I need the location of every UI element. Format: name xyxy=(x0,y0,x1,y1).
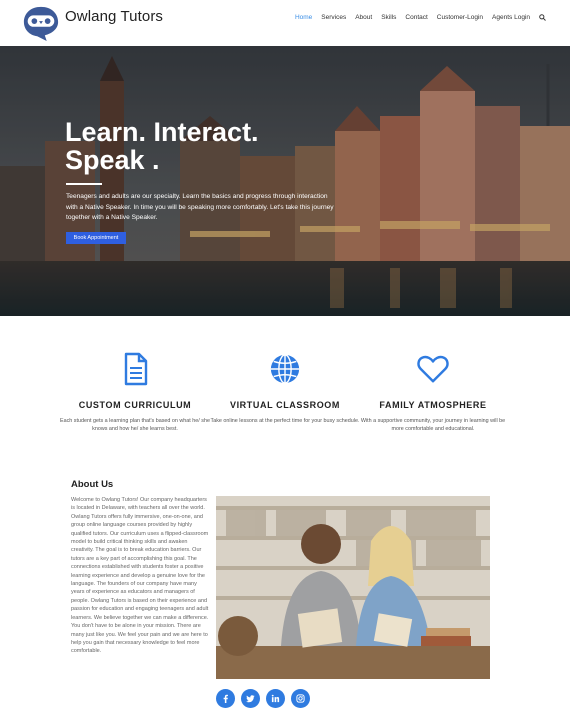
twitter-link[interactable] xyxy=(241,689,260,708)
nav-home[interactable]: Home xyxy=(295,14,312,21)
search-icon[interactable] xyxy=(539,14,546,21)
instagram-link[interactable] xyxy=(291,689,310,708)
feature-text: Take online lessons at the perfect time … xyxy=(210,418,360,424)
students-library-photo xyxy=(216,496,490,679)
linkedin-icon xyxy=(271,694,280,703)
feature-family-atmosphere: FAMILY ATMOSPHERE With a supportive comm… xyxy=(358,352,508,434)
hero-title: Learn. Interact. Speak . xyxy=(65,118,325,174)
facebook-icon xyxy=(223,694,228,703)
document-icon xyxy=(124,352,148,386)
book-appointment-button[interactable]: Book Appointment xyxy=(66,232,126,244)
nav-agents-login[interactable]: Agents Login xyxy=(492,14,530,21)
nav-contact[interactable]: Contact xyxy=(405,14,427,21)
owl-robot-logo-icon[interactable] xyxy=(22,4,60,42)
social-links xyxy=(216,689,310,708)
hero-background-image xyxy=(0,46,570,316)
main-nav: Home Services About Skills Contact Custo… xyxy=(295,14,546,21)
nav-about[interactable]: About xyxy=(355,14,372,21)
feature-title: CUSTOM CURRICULUM xyxy=(78,400,192,410)
linkedin-link[interactable] xyxy=(266,689,285,708)
brand-name[interactable]: Owlang Tutors xyxy=(65,8,163,25)
hero-title-line-1: Learn. Interact. xyxy=(65,117,259,147)
about-text: Welcome to Owlang Tutors! Our company he… xyxy=(71,497,209,655)
hero-section: Learn. Interact. Speak . Teenagers and a… xyxy=(0,46,570,316)
feature-title: VIRTUAL CLASSROOM xyxy=(229,400,341,410)
features-section: CUSTOM CURRICULUM Each student gets a le… xyxy=(0,316,570,476)
globe-icon xyxy=(270,354,300,384)
feature-title: FAMILY ATMOSPHERE xyxy=(379,400,487,410)
hero-title-line-2: Speak . xyxy=(65,145,160,175)
site-header: Owlang Tutors Home Services About Skills… xyxy=(0,0,570,46)
nav-customer-login[interactable]: Customer-Login xyxy=(437,14,483,21)
feature-text: Each student gets a learning plan that's… xyxy=(60,418,210,433)
nav-services[interactable]: Services xyxy=(321,14,346,21)
hero-divider xyxy=(66,183,102,185)
instagram-icon xyxy=(296,694,305,703)
about-photo xyxy=(216,496,490,679)
nav-skills[interactable]: Skills xyxy=(381,14,396,21)
twitter-icon xyxy=(246,695,255,703)
feature-virtual-classroom: VIRTUAL CLASSROOM Take online lessons at… xyxy=(210,352,360,425)
feature-custom-curriculum: CUSTOM CURRICULUM Each student gets a le… xyxy=(60,352,210,434)
about-title: About Us xyxy=(71,479,114,490)
hero-description: Teenagers and adults are our specialty. … xyxy=(66,193,334,221)
heart-icon xyxy=(417,355,449,383)
facebook-link[interactable] xyxy=(216,689,235,708)
feature-text: With a supportive community, your journe… xyxy=(360,418,506,433)
